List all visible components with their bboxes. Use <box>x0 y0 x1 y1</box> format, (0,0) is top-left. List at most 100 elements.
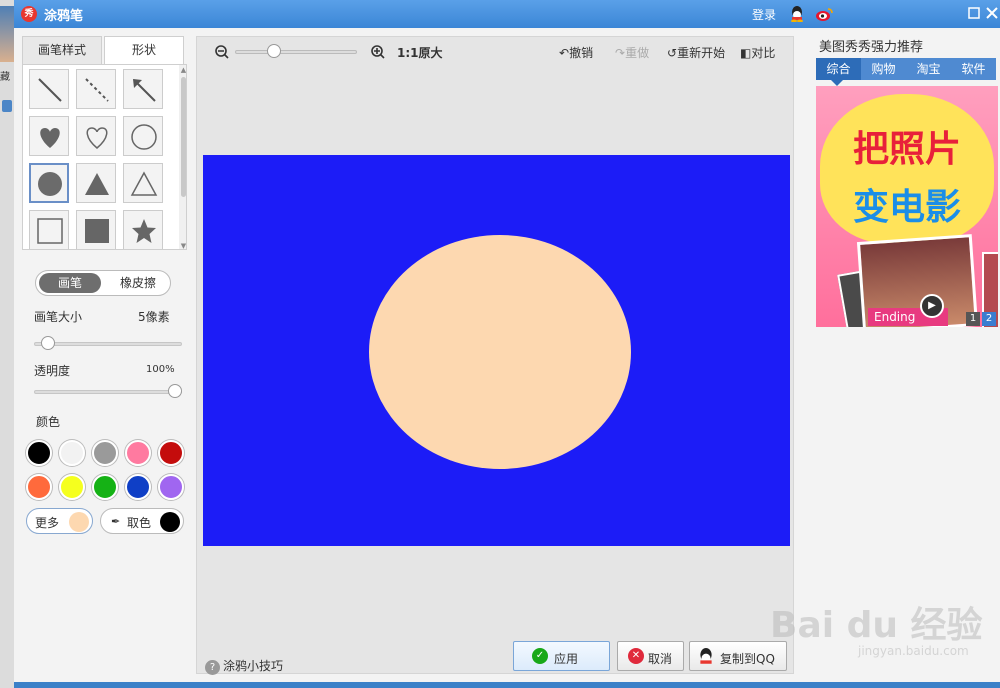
color-swatch[interactable] <box>59 440 85 466</box>
color-swatch[interactable] <box>92 440 118 466</box>
color-picker-button[interactable]: ✒ 取色 <box>100 508 184 534</box>
ad-page-2[interactable]: 2 <box>982 312 996 326</box>
shape-filled-circle[interactable] <box>29 163 69 203</box>
color-swatch[interactable] <box>26 440 52 466</box>
recommend-title: 美图秀秀强力推荐 <box>819 40 924 55</box>
color-swatch[interactable] <box>26 474 52 500</box>
more-colors-label: 更多 <box>35 516 60 530</box>
line-icon <box>38 78 62 102</box>
shape-circle-outline[interactable] <box>123 116 163 156</box>
shape-filled-square[interactable] <box>76 210 116 249</box>
color-swatch[interactable] <box>125 440 151 466</box>
shape-filled-triangle[interactable] <box>76 163 116 203</box>
zoom-in-icon[interactable] <box>371 45 385 59</box>
color-swatch[interactable] <box>125 474 151 500</box>
tab-shapes[interactable]: 形状 <box>104 36 184 64</box>
help-icon: ? <box>205 660 220 675</box>
shape-square-outline[interactable] <box>29 210 69 249</box>
opacity-slider[interactable] <box>34 390 182 394</box>
watermark-url: jingyan.baidu.com <box>858 644 969 658</box>
desktop-icon <box>2 100 12 112</box>
compare-button[interactable]: ◧对比 <box>740 44 775 61</box>
shape-arrow[interactable] <box>123 69 163 109</box>
redo-button[interactable]: ↷重做 <box>615 44 649 61</box>
picked-color-swatch <box>160 512 180 532</box>
restart-label: 重新开始 <box>677 46 726 60</box>
apply-button[interactable]: ✓ 应用 <box>513 641 610 671</box>
filled-circle-icon <box>38 172 62 196</box>
tab-software[interactable]: 软件 <box>951 58 996 80</box>
weibo-icon[interactable] <box>815 7 833 21</box>
zoom-slider[interactable] <box>235 50 357 54</box>
desktop-strip: 藏 <box>0 0 14 688</box>
doodle-tips-link[interactable]: ? 涂鸦小技巧 <box>205 657 283 675</box>
color-swatch[interactable] <box>158 440 184 466</box>
play-icon[interactable]: ▶ <box>920 294 944 318</box>
compare-label: 对比 <box>751 46 776 60</box>
color-swatch[interactable] <box>92 474 118 500</box>
undo-icon: ↶ <box>559 46 570 60</box>
maximize-icon[interactable] <box>966 5 982 21</box>
ad-page-1[interactable]: 1 <box>966 312 980 326</box>
window-bottom-border <box>14 682 1000 688</box>
apply-label: 应用 <box>554 652 579 666</box>
check-icon: ✓ <box>532 648 548 664</box>
ad-banner[interactable]: 把照片 变电影 Ending ▶ 1 2 <box>816 86 998 327</box>
zoom-slider-thumb[interactable] <box>267 44 282 58</box>
scroll-thumb[interactable] <box>181 77 186 197</box>
opacity-slider-thumb[interactable] <box>168 384 182 398</box>
shape-star[interactable] <box>123 210 163 249</box>
circle-outline-icon <box>131 124 157 150</box>
title-bar: 秀 涂鸦笔 登录 <box>14 0 1000 28</box>
filled-triangle-icon <box>85 173 109 195</box>
scroll-down-icon[interactable]: ▼ <box>179 241 186 249</box>
brush-size-label: 画笔大小 <box>34 310 83 324</box>
zoom-out-icon[interactable] <box>215 45 229 59</box>
window-title: 涂鸦笔 <box>44 9 84 24</box>
tab-brush-style[interactable]: 画笔样式 <box>22 36 102 64</box>
shape-dashed-line[interactable] <box>76 69 116 109</box>
eyedropper-icon: ✒ <box>111 515 121 528</box>
watermark-logo: Bai du 经验 <box>770 605 983 646</box>
redo-label: 重做 <box>625 46 650 60</box>
brush-size-slider[interactable] <box>34 342 182 346</box>
left-panel: 画笔样式 形状 ▲ ▼ 画笔 橡皮擦 画笔大小 5像素 透明度 100% 颜色 … <box>14 28 194 682</box>
desktop-avatar <box>0 6 14 62</box>
qq-penguin-icon <box>700 648 712 664</box>
doodle-tips-label: 涂鸦小技巧 <box>223 659 284 673</box>
more-colors-button[interactable]: 更多 <box>26 508 93 534</box>
copy-to-qq-label: 复制到QQ <box>720 652 775 666</box>
current-color-swatch <box>69 512 89 532</box>
cancel-button[interactable]: ✕ 取消 <box>617 641 684 671</box>
compare-icon: ◧ <box>740 46 752 60</box>
eraser-mode-button[interactable]: 橡皮擦 <box>108 273 168 293</box>
brush-size-value: 5像素 <box>138 310 170 324</box>
login-link[interactable]: 登录 <box>752 6 776 23</box>
zoom-actual-size[interactable]: 1:1原大 <box>397 44 443 61</box>
shape-filled-heart[interactable] <box>29 116 69 156</box>
tab-general[interactable]: 综合 <box>816 58 861 80</box>
tab-taobao[interactable]: 淘宝 <box>906 58 951 80</box>
shape-line[interactable] <box>29 69 69 109</box>
restart-button[interactable]: ↺重新开始 <box>667 44 725 61</box>
undo-button[interactable]: ↶撤销 <box>559 44 593 61</box>
app-icon: 秀 <box>21 6 37 22</box>
brush-size-slider-thumb[interactable] <box>40 336 55 350</box>
qq-icon[interactable] <box>790 6 804 22</box>
scroll-up-icon[interactable]: ▲ <box>179 65 186 75</box>
shape-triangle-outline[interactable] <box>123 163 163 203</box>
cancel-label: 取消 <box>648 652 673 666</box>
dashed-line-icon <box>85 78 109 102</box>
drawing-canvas[interactable] <box>203 155 790 546</box>
shapes-scrollbar[interactable]: ▲ ▼ <box>179 65 186 249</box>
close-icon[interactable] <box>984 5 1000 21</box>
color-swatch[interactable] <box>59 474 85 500</box>
star-icon <box>132 219 156 243</box>
redo-icon: ↷ <box>615 46 626 60</box>
brush-mode-button[interactable]: 画笔 <box>39 273 101 293</box>
shapes-panel: ▲ ▼ <box>22 64 187 250</box>
tab-shopping[interactable]: 购物 <box>861 58 906 80</box>
recommend-tabs: 综合 购物 淘宝 软件 <box>816 58 996 86</box>
color-swatch[interactable] <box>158 474 184 500</box>
shape-heart-outline[interactable] <box>76 116 116 156</box>
